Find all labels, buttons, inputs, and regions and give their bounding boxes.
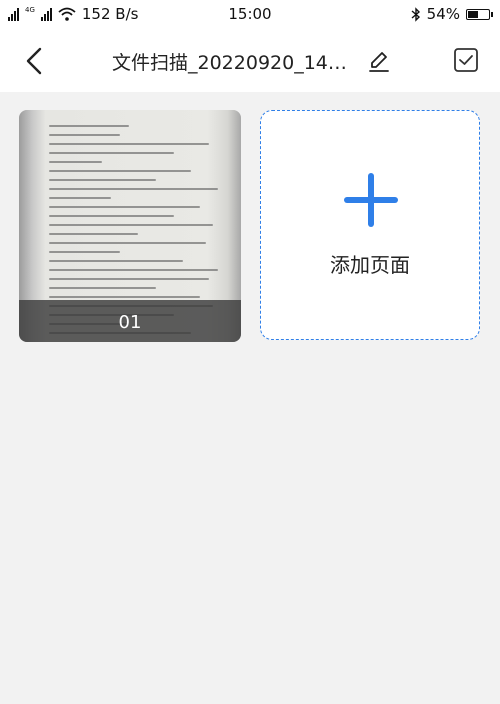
battery-level bbox=[468, 10, 478, 18]
rename-button[interactable] bbox=[366, 48, 392, 74]
status-bar: 4G 152 B/s 15:00 54% bbox=[0, 0, 500, 30]
page-number: 01 bbox=[19, 300, 241, 342]
back-button[interactable] bbox=[18, 44, 52, 78]
page-thumbnail[interactable]: 01 bbox=[19, 110, 241, 342]
title-area: 文件扫描_20220920_145... bbox=[112, 48, 392, 74]
status-right: 54% bbox=[411, 5, 493, 23]
chevron-left-icon bbox=[26, 47, 42, 75]
battery-percent: 54% bbox=[426, 5, 460, 23]
pencil-icon bbox=[369, 52, 389, 72]
battery-icon bbox=[466, 8, 493, 20]
select-button[interactable] bbox=[452, 46, 480, 74]
plus-icon bbox=[344, 173, 398, 227]
bluetooth-icon bbox=[411, 6, 420, 22]
add-page-label: 添加页面 bbox=[330, 253, 410, 277]
header: 文件扫描_20220920_145... bbox=[0, 30, 500, 92]
add-page-button[interactable]: 添加页面 bbox=[260, 110, 480, 340]
document-title[interactable]: 文件扫描_20220920_145... bbox=[112, 48, 356, 75]
checkbox-icon bbox=[454, 48, 478, 72]
